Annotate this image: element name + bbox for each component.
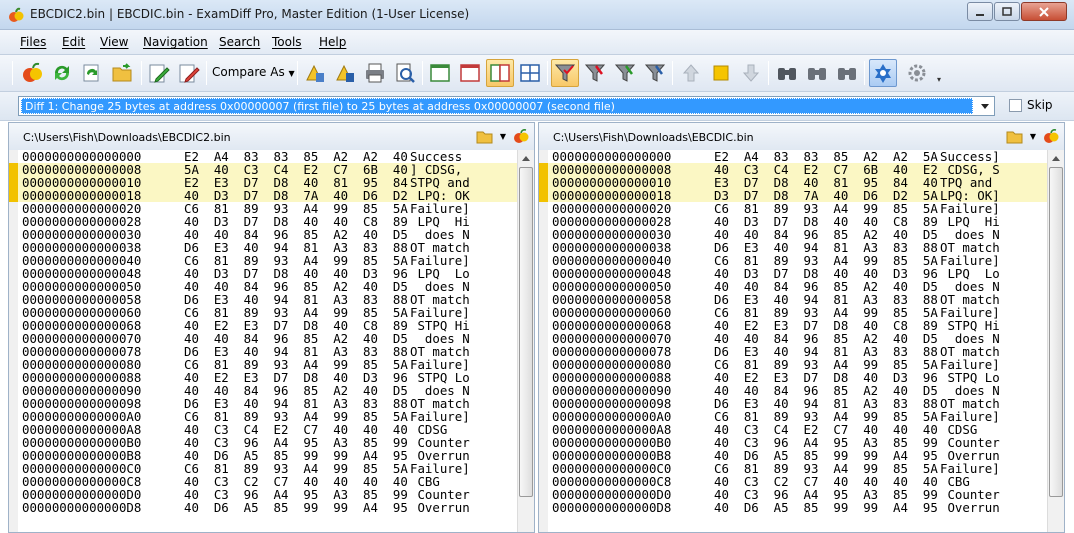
diff-gutter-marker <box>9 163 18 176</box>
left-pane: C:\Users\Fish\Downloads\EBCDIC2.bin ▼ 00… <box>8 122 535 533</box>
skip-label: Skip <box>1027 98 1053 112</box>
filter-all-icon[interactable] <box>551 59 579 87</box>
view-left-icon[interactable] <box>426 59 454 87</box>
right-pane: C:\Users\Fish\Downloads\EBCDIC.bin ▼ 000… <box>538 122 1065 533</box>
diff-select-value: Diff 1: Change 25 bytes at address 0x000… <box>21 98 973 114</box>
refresh-all-icon[interactable] <box>78 59 106 87</box>
chevron-down-icon[interactable]: ▼ <box>500 132 506 141</box>
hex-address: 00000000000000D8 <box>22 500 142 515</box>
toolbar-overflow-icon[interactable]: ▾ <box>937 75 941 84</box>
scroll-up-icon[interactable] <box>518 150 534 167</box>
right-pane-header: C:\Users\Fish\Downloads\EBCDIC.bin ▼ <box>539 123 1064 150</box>
menu-search[interactable]: Search <box>219 35 260 49</box>
prev-change-icon[interactable] <box>677 59 705 87</box>
right-scrollbar[interactable] <box>1047 150 1064 532</box>
chevron-down-icon[interactable] <box>976 97 994 115</box>
title-bar: EBCDIC2.bin | EBCDIC.bin - ExamDiff Pro,… <box>0 0 1074 30</box>
compare-icon[interactable] <box>18 59 46 87</box>
scroll-thumb[interactable] <box>519 167 533 497</box>
filter-changed-icon[interactable] <box>581 59 609 87</box>
print-icon[interactable] <box>361 59 389 87</box>
scroll-up-icon[interactable] <box>1048 150 1064 167</box>
edit-second-icon[interactable] <box>175 59 203 87</box>
app-icon <box>9 7 24 22</box>
menu-navigation[interactable]: Navigation <box>143 35 208 49</box>
current-change-icon[interactable] <box>707 59 735 87</box>
compare-file-icon[interactable] <box>512 128 530 144</box>
view-split-icon[interactable] <box>486 59 514 87</box>
chevron-down-icon[interactable]: ▼ <box>1030 132 1036 141</box>
edit-first-icon[interactable] <box>145 59 173 87</box>
options-icon[interactable] <box>903 59 931 87</box>
chevron-down-icon: ▼ <box>288 69 295 78</box>
open-file-icon[interactable] <box>1006 128 1024 144</box>
left-file-path: C:\Users\Fish\Downloads\EBCDIC2.bin <box>23 131 231 144</box>
right-hex-view[interactable]: 0000000000000000 E2 A4 83 83 85 A2 A2 5A S… <box>539 150 1047 532</box>
compare-as-dropdown[interactable]: Compare As ▼ <box>212 65 295 79</box>
first-diff-icon[interactable] <box>301 59 329 87</box>
menu-help[interactable]: Help <box>319 35 346 49</box>
open-file-icon[interactable] <box>476 128 494 144</box>
minimize-button[interactable] <box>967 2 993 21</box>
hex-ascii: Overrun <box>410 500 470 515</box>
diff-gutter-marker <box>9 189 18 202</box>
menu-bar: Files Edit View Navigation Search Tools … <box>0 30 1074 55</box>
compare-file-icon[interactable] <box>1042 128 1060 144</box>
right-file-path: C:\Users\Fish\Downloads\EBCDIC.bin <box>553 131 754 144</box>
hex-bytes: 40 D6 A5 85 99 99 A4 95 <box>714 500 938 515</box>
skip-checkbox[interactable] <box>1009 99 1022 112</box>
find-icon[interactable] <box>773 59 801 87</box>
refresh-icon[interactable] <box>48 59 76 87</box>
next-change-icon[interactable] <box>737 59 765 87</box>
left-scrollbar[interactable] <box>517 150 534 532</box>
window-title: EBCDIC2.bin | EBCDIC.bin - ExamDiff Pro,… <box>30 7 470 21</box>
diff-gutter-marker <box>539 189 548 202</box>
find-next-icon[interactable] <box>803 59 831 87</box>
prev-diff-icon[interactable] <box>331 59 359 87</box>
diff-nav-bar: Diff 1: Change 25 bytes at address 0x000… <box>0 92 1074 121</box>
diff-gutter <box>539 150 548 532</box>
hex-ascii: Overrun <box>940 500 1000 515</box>
menu-view[interactable]: View <box>100 35 128 49</box>
hex-address: 00000000000000D8 <box>552 500 672 515</box>
print-preview-icon[interactable] <box>391 59 419 87</box>
find-prev-icon[interactable] <box>833 59 861 87</box>
sync-icon[interactable] <box>869 59 897 87</box>
hex-row[interactable]: 00000000000000D8 40 D6 A5 85 99 99 A4 95 … <box>548 501 1047 514</box>
left-hex-view[interactable]: 0000000000000000 E2 A4 83 83 85 A2 A2 40 S… <box>9 150 517 532</box>
view-grid-icon[interactable] <box>516 59 544 87</box>
maximize-button[interactable] <box>994 2 1020 21</box>
view-right-icon[interactable] <box>456 59 484 87</box>
open-folder-icon[interactable] <box>108 59 136 87</box>
toolbar: Compare As ▼ ▾ <box>0 55 1074 92</box>
diff-gutter-marker <box>539 176 548 189</box>
close-button[interactable] <box>1021 2 1067 21</box>
scroll-thumb[interactable] <box>1049 167 1063 497</box>
diff-gutter-marker <box>539 163 548 176</box>
menu-files[interactable]: Files <box>20 35 46 49</box>
filter-added-icon[interactable] <box>611 59 639 87</box>
diff-select[interactable]: Diff 1: Change 25 bytes at address 0x000… <box>18 96 995 116</box>
left-pane-header: C:\Users\Fish\Downloads\EBCDIC2.bin ▼ <box>9 123 534 150</box>
diff-gutter-marker <box>9 176 18 189</box>
menu-edit[interactable]: Edit <box>62 35 85 49</box>
menu-tools[interactable]: Tools <box>272 35 302 49</box>
hex-row[interactable]: 00000000000000D8 40 D6 A5 85 99 99 A4 95 … <box>18 501 517 514</box>
diff-gutter <box>9 150 18 532</box>
filter-deleted-icon[interactable] <box>641 59 669 87</box>
hex-bytes: 40 D6 A5 85 99 99 A4 95 <box>184 500 408 515</box>
compare-as-label: Compare As <box>212 65 285 79</box>
